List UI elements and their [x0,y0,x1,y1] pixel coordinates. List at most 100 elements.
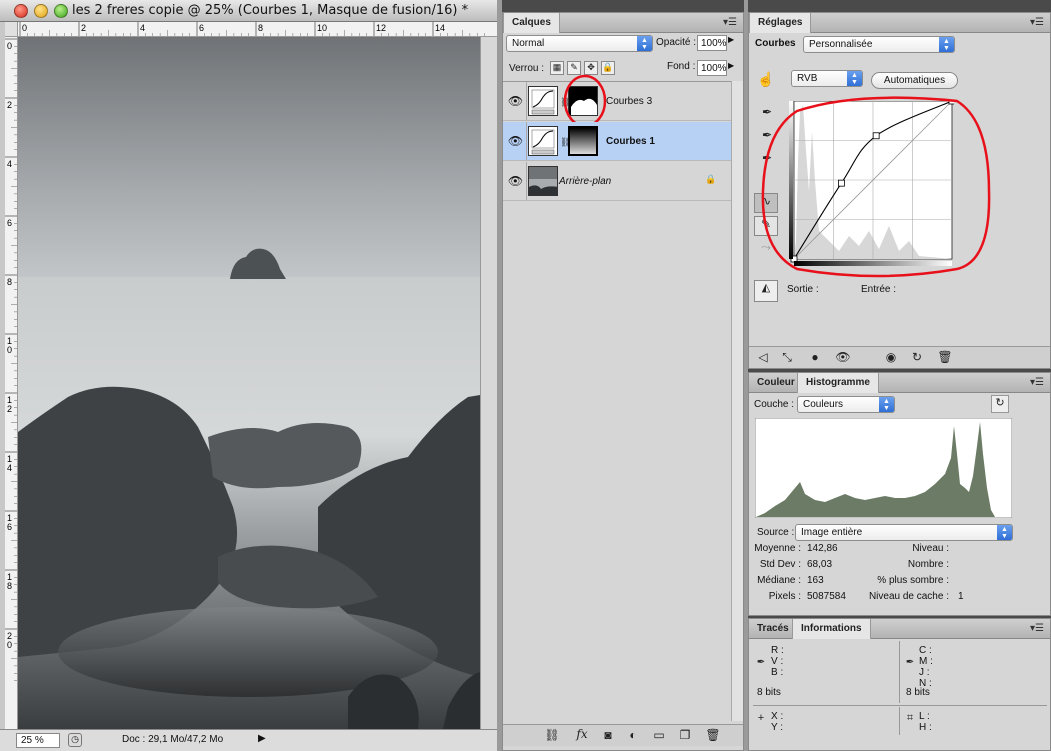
trash-icon[interactable]: 🗑 [705,728,721,742]
histogram-panel: Couleur Histogramme ▾☰ Couche : Couleurs… [748,372,1051,616]
image-canvas[interactable] [18,37,480,729]
lock-position-icon[interactable]: ✥ [584,61,598,75]
b-label: B : [771,667,784,678]
status-arrow-icon[interactable]: ▶ [258,733,270,747]
ruler-tick-label: 0 [7,640,12,650]
new-layer-icon[interactable]: ❐ [677,728,693,742]
opacity-field[interactable]: 100% [697,35,727,51]
targeted-adjustment-hand-icon[interactable]: ☝ [756,71,776,88]
select-arrows-icon: ▲ ▼ [939,37,954,52]
adjustment-title: Courbes [755,38,796,49]
lock-transparency-icon[interactable]: ▦ [550,61,564,75]
channel-select[interactable]: RVB ▲ ▼ [791,70,863,87]
adjustments-panel-tabbar: Réglages ▾☰ [749,13,1050,33]
folder-icon[interactable]: ▭ [651,728,667,742]
visibility-eye-icon[interactable]: 👁 [505,162,527,200]
l-label: L : [919,711,930,722]
stat-value: 68,03 [807,559,833,570]
xy-labels: X : Y : [771,711,783,733]
histogram-clip-icon[interactable]: ◭ [754,280,778,302]
vertical-scrollbar[interactable] [480,37,497,729]
blend-mode-select[interactable]: Normal ▲ ▼ [506,35,653,52]
link-icon[interactable]: ⛓ [543,728,561,742]
layer-name: Arrière-plan [559,176,612,187]
ruler-vertical[interactable]: 02468101214161820 [5,37,18,729]
tab-calques[interactable]: Calques [503,13,560,33]
adjustment-icon[interactable]: ◐ [625,728,641,742]
layers-panel: Calques ▾☰ Normal ▲ ▼ Opacité : 100% ▶ Ve… [502,12,744,751]
layers-scrollbar[interactable] [731,81,743,721]
tab-traces[interactable]: Tracés [749,619,797,639]
trash-icon[interactable]: 🗑 [937,350,953,364]
fill-dropdown-icon[interactable]: ▶ [728,61,740,77]
visibility-eye-icon[interactable]: 👁 [505,122,527,160]
adjustments-panel: Réglages ▾☰ Courbes Personnalisée ▲ ▼ ☝ R… [748,12,1051,369]
ruler-tick-label: 8 [7,581,12,591]
ruler-tick-label: 2 [7,100,12,110]
visibility-eye-icon[interactable]: 👁 [505,82,527,120]
layer-mask-thumbnail[interactable] [568,126,598,156]
tab-reglages[interactable]: Réglages [749,13,812,33]
adjustments-bottom-bar: ◁ ⤡ ● 👁 ◉ ↻ 🗑 [749,346,1050,368]
stat-label: Std Dev : [759,559,801,570]
stat-label: Moyenne : [754,543,801,554]
select-arrows-icon: ▲ ▼ [997,525,1012,540]
info-divider-2 [899,707,900,735]
ruler-tick-label: 8 [7,277,12,287]
background-layer-thumbnail [528,166,558,196]
panel-menu-icon[interactable]: ▾☰ [1030,377,1044,388]
fill-field[interactable]: 100% [697,60,727,76]
tab-informations[interactable]: Informations [792,619,871,639]
output-label: Sortie : [787,284,819,295]
ruler-tick-label: 0 [7,41,12,51]
fx-icon[interactable]: fx [573,727,591,741]
histogram-graph [755,418,1012,518]
ruler-tick-label: 14 [435,23,445,33]
info-panel: Tracés Informations ▾☰ ✒ R : V : B : 8 b… [748,618,1051,751]
document-titlebar[interactable]: les 2 freres copie @ 25% (Courbes 1, Mas… [0,0,497,22]
source-select[interactable]: Image entière ▲ ▼ [795,524,1013,541]
panel-menu-icon[interactable]: ▾☰ [1030,623,1044,634]
preset-select[interactable]: Personnalisée ▲ ▼ [803,36,955,53]
source-label: Source : [757,527,795,538]
back-arrow-icon[interactable]: ◁ [755,350,771,364]
layer-row-courbes-3[interactable]: 👁 ⛓ Courbes 3 [503,74,731,128]
ruler-horizontal[interactable]: 0 2 4 6 8 10 12 14 [18,22,497,37]
reset-icon[interactable]: ↻ [909,350,925,364]
stat-label: Pixels : [768,591,801,602]
opacity-dropdown-icon[interactable]: ▶ [728,35,740,51]
histogram-channel-select[interactable]: Couleurs ▲ ▼ [797,396,895,413]
auto-button[interactable]: Automatiques [871,72,958,89]
j-label: J : [919,667,930,678]
x-label: X : [771,711,784,722]
lock-all-icon[interactable]: 🔒 [601,61,615,75]
source-value: Image entière [801,527,863,538]
seascape-photo [18,37,480,729]
blend-mode-value: Normal [512,38,545,49]
tab-couleur[interactable]: Couleur [749,373,803,393]
layer-row-arriere-plan[interactable]: 👁 Arrière-plan 🔒 [503,162,731,201]
cmyk-labels: C : M : J : N : [919,645,933,689]
status-menu-icon[interactable]: ◷ [68,733,82,747]
visibility-eye-icon[interactable]: 👁 [835,350,851,364]
layer-row-courbes-1[interactable]: 👁 ⛓ Courbes 1 [503,122,731,161]
mask-icon[interactable]: ◙ [600,728,616,742]
info-hdivider [753,705,1047,706]
view-previous-icon[interactable]: ◉ [883,350,899,364]
panel-menu-icon[interactable]: ▾☰ [1030,17,1044,28]
fill-label: Fond : [667,61,696,72]
zoom-field[interactable]: 25 % [16,733,60,748]
tab-histogramme[interactable]: Histogramme [797,373,879,393]
info-divider [899,641,900,703]
refresh-icon[interactable]: ↻ [991,395,1009,413]
c-label: C : [919,645,932,656]
expand-view-icon[interactable]: ⤡ [779,350,795,365]
close-window-button[interactable] [14,4,28,18]
minimize-window-button[interactable] [34,4,48,18]
zoom-window-button[interactable] [54,4,68,18]
v-label: V : [771,656,784,667]
y-label: Y : [771,722,784,733]
panel-menu-icon[interactable]: ▾☰ [723,17,737,28]
lock-pixels-icon[interactable]: ✎ [567,61,581,75]
clip-to-layer-icon[interactable]: ● [807,350,823,364]
